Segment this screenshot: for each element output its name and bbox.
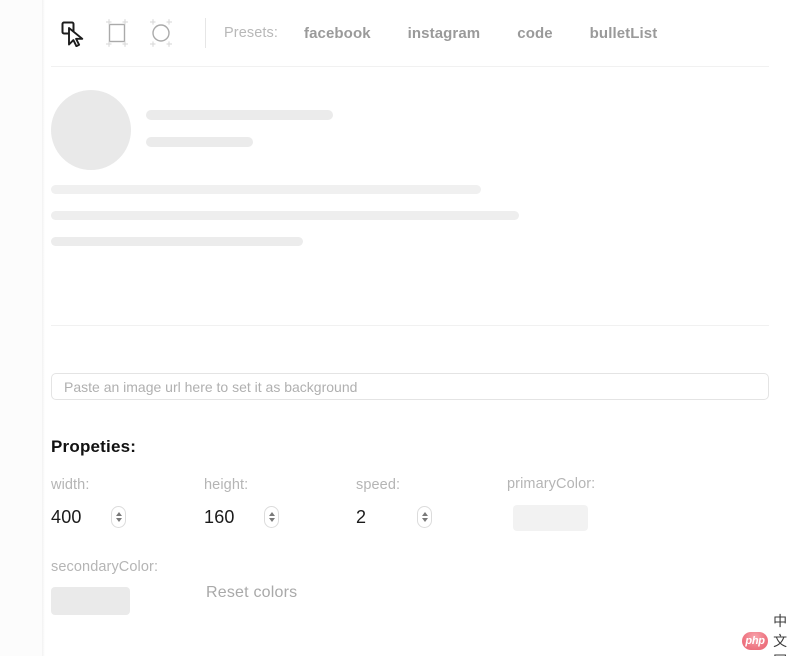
height-value[interactable]: 160 [204, 507, 235, 528]
properties-title: Propeties: [51, 437, 137, 456]
skeleton-header-line-2[interactable] [146, 137, 253, 147]
preset-code[interactable]: code [517, 25, 552, 42]
toolbar-bottom-divider [51, 66, 769, 67]
secondary-color-swatch[interactable] [51, 587, 130, 615]
preview-bottom-divider [51, 325, 769, 326]
cursor-tool-button[interactable] [51, 11, 95, 55]
preset-facebook[interactable]: facebook [304, 25, 371, 42]
width-stepper[interactable] [111, 506, 126, 528]
chevron-down-icon [115, 518, 122, 522]
primary-color-label: primaryColor: [507, 476, 596, 492]
ellipse-icon [145, 17, 177, 49]
speed-stepper[interactable] [417, 506, 432, 528]
preset-bulletlist[interactable]: bulletList [590, 25, 658, 42]
ellipse-tool-button[interactable] [139, 11, 183, 55]
rectangle-tool-button[interactable] [95, 11, 139, 55]
chevron-down-icon [421, 518, 428, 522]
cursor-icon [59, 19, 87, 47]
secondary-color-label: secondaryColor: [51, 559, 159, 575]
skeleton-body-line-2[interactable] [51, 211, 519, 220]
presets-label: Presets: [224, 25, 278, 41]
chevron-up-icon [268, 512, 275, 516]
app-root: Presets: facebook instagram code bulletL… [0, 0, 800, 656]
width-value[interactable]: 400 [51, 507, 82, 528]
main-content: Presets: facebook instagram code bulletL… [45, 0, 800, 656]
watermark-text: 中文网 [773, 613, 788, 656]
speed-label: speed: [356, 477, 401, 493]
chevron-up-icon [421, 512, 428, 516]
php-logo-icon: php [742, 632, 769, 650]
preset-instagram[interactable]: instagram [408, 25, 481, 42]
reset-colors-button[interactable]: Reset colors [206, 584, 297, 602]
toolbar-divider [205, 18, 206, 48]
watermark: php 中文网 [742, 611, 800, 656]
speed-value[interactable]: 2 [356, 507, 366, 528]
toolbar: Presets: facebook instagram code bulletL… [45, 0, 769, 66]
width-label: width: [51, 477, 90, 493]
chevron-down-icon [268, 518, 275, 522]
rectangle-icon [101, 17, 133, 49]
preview-canvas[interactable] [51, 84, 769, 264]
primary-color-swatch[interactable] [513, 505, 588, 531]
background-url-input[interactable] [51, 373, 769, 400]
skeleton-body-line-1[interactable] [51, 185, 481, 194]
height-label: height: [204, 477, 249, 493]
skeleton-body-line-3[interactable] [51, 237, 303, 246]
height-stepper[interactable] [264, 506, 279, 528]
chevron-up-icon [115, 512, 122, 516]
skeleton-header-line-1[interactable] [146, 110, 333, 120]
left-gutter [0, 0, 42, 656]
skeleton-avatar[interactable] [51, 90, 131, 170]
